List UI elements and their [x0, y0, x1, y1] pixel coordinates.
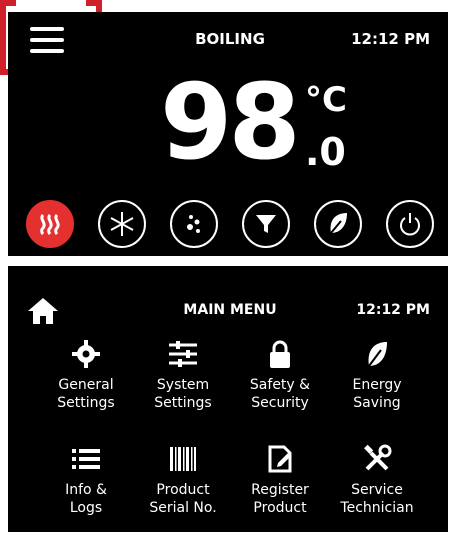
- clock: 12:12 PM: [356, 302, 430, 318]
- register-icon: [268, 445, 292, 473]
- gear-icon: [72, 340, 100, 368]
- temperature-unit: °C: [305, 80, 347, 120]
- menu-safety-security[interactable]: Safety & Security: [232, 338, 328, 412]
- menu-line: [30, 38, 64, 42]
- tile-label: Security: [251, 395, 309, 411]
- menu-general-settings[interactable]: General Settings: [38, 338, 134, 412]
- tile-label: Register: [251, 482, 309, 498]
- mode-sparkling-button[interactable]: [170, 200, 218, 248]
- home-icon[interactable]: [26, 296, 60, 326]
- menu-line: [30, 27, 64, 31]
- tile-label: Product: [156, 482, 210, 498]
- power-icon: [400, 213, 420, 236]
- tile-label: System: [156, 377, 210, 393]
- mode-filter-button[interactable]: [242, 200, 290, 248]
- tile-label: Info &: [65, 482, 107, 498]
- sliders-icon: [169, 341, 197, 367]
- filter-icon: [256, 215, 276, 233]
- leaf-icon: [368, 342, 387, 367]
- mode-heat-button[interactable]: [26, 200, 74, 248]
- tile-label: Logs: [69, 500, 103, 516]
- main-menu-title: MAIN MENU: [183, 302, 277, 318]
- temperature-decimal: .0: [305, 130, 346, 174]
- temperature-value: 98: [160, 61, 301, 183]
- tile-label: Energy: [352, 377, 402, 393]
- mode-eco-button[interactable]: [314, 200, 362, 248]
- hamburger-menu-button[interactable]: [30, 27, 64, 53]
- tile-label: Safety &: [249, 377, 311, 393]
- bubbles-icon: [187, 215, 200, 233]
- snowflake-icon: [110, 212, 134, 236]
- tile-label: General: [58, 377, 114, 393]
- tile-label: Technician: [340, 500, 414, 516]
- menu-register-product[interactable]: Register Product: [232, 443, 328, 517]
- tools-icon: [364, 444, 392, 471]
- menu-info-logs[interactable]: Info & Logs: [38, 443, 134, 517]
- leaf-icon: [330, 213, 347, 234]
- tile-label: Settings: [154, 395, 212, 411]
- status-label: BOILING: [195, 30, 265, 48]
- list-icon: [72, 449, 100, 469]
- menu-service-technician[interactable]: Service Technician: [329, 443, 425, 517]
- menu-energy-saving[interactable]: Energy Saving: [329, 338, 425, 412]
- heat-icon: [40, 213, 60, 236]
- tile-label: Service: [351, 482, 403, 498]
- lock-icon: [270, 340, 290, 368]
- tile-label: Saving: [353, 395, 401, 411]
- tile-label: Serial No.: [149, 500, 217, 516]
- barcode-icon: [170, 447, 196, 471]
- tile-label: Settings: [57, 395, 115, 411]
- menu-line: [30, 49, 64, 53]
- menu-product-serial[interactable]: Product Serial No.: [135, 443, 231, 517]
- power-button[interactable]: [386, 200, 434, 248]
- menu-system-settings[interactable]: System Settings: [135, 338, 231, 412]
- mode-cool-button[interactable]: [98, 200, 146, 248]
- clock: 12:12 PM: [351, 30, 430, 48]
- tile-label: Product: [253, 500, 307, 516]
